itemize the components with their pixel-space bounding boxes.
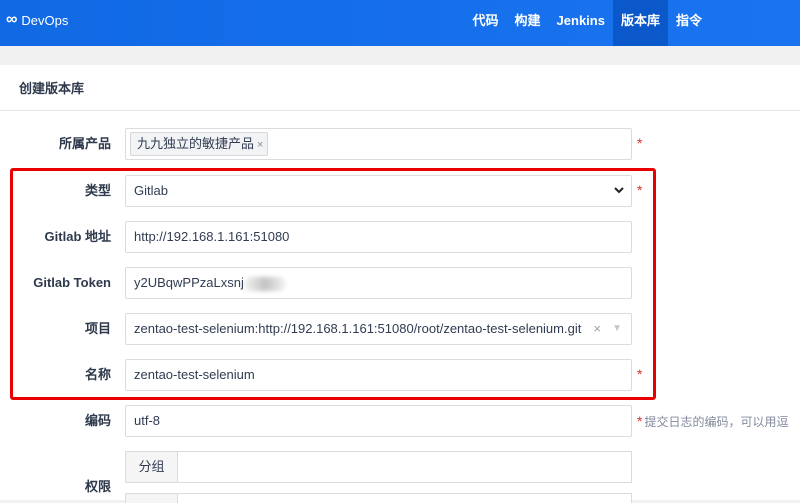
- nav-item-repo[interactable]: 版本库: [612, 0, 668, 46]
- type-select[interactable]: Gitlab: [125, 175, 632, 207]
- gitlab-url-label: Gitlab 地址: [44, 229, 111, 244]
- encoding-hint: * 提交日志的编码，可以用逗: [637, 413, 788, 430]
- group-addon: 分组: [125, 451, 177, 483]
- top-navbar: ∞ DevOps 代码 构建 Jenkins 版本库 指令: [0, 0, 800, 46]
- name-row: 名称 zentao-test-selenium *: [0, 359, 800, 391]
- caret-down-icon: ▼: [612, 323, 622, 334]
- required-mark: *: [637, 366, 643, 382]
- project-select[interactable]: zentao-test-selenium:http://192.168.1.16…: [125, 313, 632, 345]
- create-repo-panel: 创建版本库 所属产品 九九独立的敏捷产品 × * 类型 Gitlab * Gitl…: [0, 65, 800, 503]
- redacted-blur: [243, 276, 286, 291]
- brand[interactable]: ∞ DevOps: [6, 12, 68, 28]
- gitlab-url-row: Gitlab 地址 http://192.168.1.161:51080: [0, 221, 800, 253]
- nav-item-code[interactable]: 代码: [465, 0, 507, 46]
- encoding-row: 编码 utf-8 * 提交日志的编码，可以用逗: [0, 405, 800, 437]
- type-label: 类型: [84, 183, 111, 198]
- main-nav: 代码 构建 Jenkins 版本库 指令: [465, 0, 800, 46]
- nav-item-build[interactable]: 构建: [507, 0, 549, 46]
- gitlab-token-value: y2UBqwPPzaLxsnj: [134, 275, 244, 290]
- project-label: 项目: [84, 321, 111, 336]
- gitlab-url-input[interactable]: http://192.168.1.161:51080: [125, 221, 632, 253]
- brand-name: DevOps: [21, 12, 69, 28]
- encoding-hint-text: 提交日志的编码，可以用逗: [644, 415, 789, 429]
- product-row: 所属产品 九九独立的敏捷产品 × *: [0, 128, 800, 160]
- nav-item-jenkins[interactable]: Jenkins: [549, 0, 613, 46]
- chip-remove-icon[interactable]: ×: [257, 139, 263, 151]
- nav-item-command[interactable]: 指令: [668, 0, 800, 46]
- gitlab-token-input[interactable]: y2UBqwPPzaLxsnj: [125, 267, 632, 299]
- user-input[interactable]: [177, 493, 632, 503]
- project-select-value: zentao-test-selenium:http://192.168.1.16…: [134, 321, 582, 336]
- project-row: 项目 zentao-test-selenium:http://192.168.1…: [0, 313, 800, 345]
- gitlab-token-label: Gitlab Token: [33, 275, 111, 290]
- product-label: 所属产品: [58, 136, 111, 151]
- permission-group-field: 分组: [125, 451, 632, 483]
- name-label: 名称: [84, 367, 111, 382]
- user-addon: [125, 493, 177, 503]
- permission-user-field: [125, 493, 632, 503]
- clear-icon[interactable]: ×: [593, 314, 601, 344]
- name-input[interactable]: zentao-test-selenium: [125, 359, 632, 391]
- page-title: 创建版本库: [0, 65, 800, 111]
- encoding-label: 编码: [84, 413, 111, 428]
- required-mark: *: [637, 135, 643, 151]
- product-chip: 九九独立的敏捷产品 ×: [130, 132, 269, 156]
- required-mark: *: [637, 182, 643, 198]
- infinity-icon: ∞: [6, 11, 18, 28]
- chevron-down-icon: [613, 176, 625, 217]
- product-chip-label: 九九独立的敏捷产品: [137, 136, 255, 151]
- permission-label: 权限: [84, 479, 111, 494]
- group-input[interactable]: [177, 451, 632, 483]
- type-select-value: Gitlab: [134, 183, 168, 198]
- gitlab-token-row: Gitlab Token y2UBqwPPzaLxsnj: [0, 267, 800, 299]
- product-multiselect[interactable]: 九九独立的敏捷产品 ×: [125, 128, 632, 160]
- encoding-input[interactable]: utf-8: [125, 405, 632, 437]
- required-mark: *: [637, 413, 643, 429]
- type-row: 类型 Gitlab *: [0, 175, 800, 207]
